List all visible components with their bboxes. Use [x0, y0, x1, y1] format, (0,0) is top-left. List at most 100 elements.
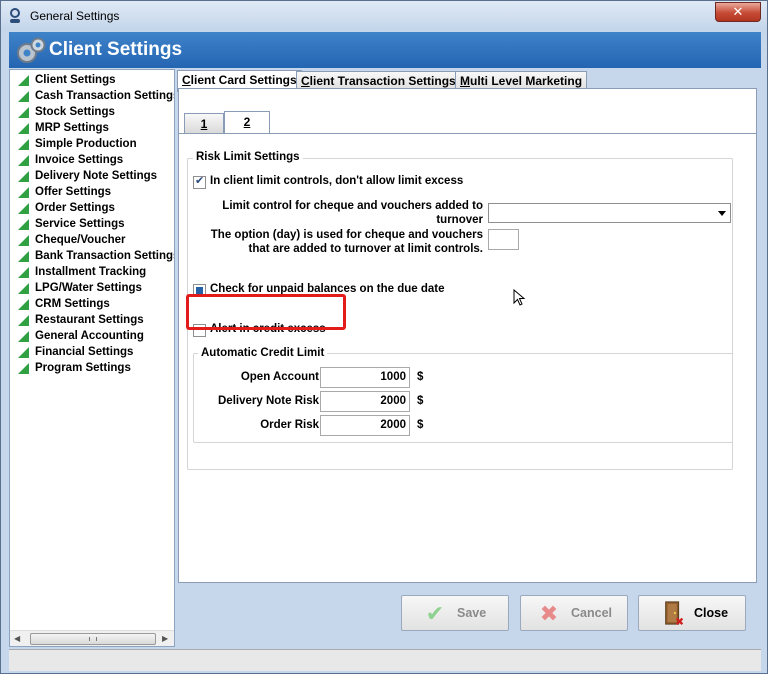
triangle-icon	[18, 75, 29, 86]
scroll-right-icon[interactable]: ▶	[162, 634, 168, 643]
sidebar-item-installment-tracking[interactable]: Installment Tracking	[10, 264, 174, 280]
alert-credit-excess-label: Alert in credit excess	[210, 323, 326, 335]
sidebar-item-label: Financial Settings	[35, 346, 134, 358]
unpaid-balance-checkbox[interactable]	[193, 284, 206, 297]
settings-content: Client Card Settings Client Transaction …	[175, 69, 761, 647]
title-bar: General Settings ✕	[1, 1, 767, 31]
sidebar-item-crm[interactable]: CRM Settings	[10, 296, 174, 312]
client-card-panel: 1 2 Risk Limit Settings In client limit …	[178, 88, 757, 583]
option-day-label-line1: The option (day) is used for cheque and …	[210, 229, 483, 241]
mouse-cursor-icon	[513, 289, 526, 306]
sidebar-item-cheque-voucher[interactable]: Cheque/Voucher	[10, 232, 174, 248]
sidebar-item-label: LPG/Water Settings	[35, 282, 142, 294]
sidebar-item-label: Client Settings	[35, 74, 116, 86]
sidebar-item-label: Offer Settings	[35, 186, 112, 198]
sidebar-item-bank-transaction[interactable]: Bank Transaction Settings	[10, 248, 174, 264]
gears-icon	[17, 37, 46, 63]
triangle-icon	[18, 347, 29, 358]
sidebar-item-lpg-water[interactable]: LPG/Water Settings	[10, 280, 174, 296]
page-title: Client Settings	[49, 39, 183, 60]
triangle-icon	[18, 315, 29, 326]
scroll-left-icon[interactable]: ◀	[14, 634, 20, 643]
scrollbar-thumb[interactable]	[30, 633, 156, 645]
door-exit-icon	[665, 601, 684, 625]
triangle-icon	[18, 171, 29, 182]
auto-credit-group-title: Automatic Credit Limit	[198, 347, 328, 359]
subtab-1[interactable]: 1	[184, 113, 224, 133]
sidebar-item-label: Cash Transaction Settings	[35, 90, 175, 102]
subtab-2-panel: Risk Limit Settings In client limit cont…	[179, 133, 756, 581]
general-settings-window: General Settings ✕ Client Settings Clien…	[0, 0, 768, 674]
sidebar-item-invoice[interactable]: Invoice Settings	[10, 152, 174, 168]
sidebar-item-restaurant[interactable]: Restaurant Settings	[10, 312, 174, 328]
triangle-icon	[18, 235, 29, 246]
sidebar-item-simple-production[interactable]: Simple Production	[10, 136, 174, 152]
triangle-icon	[18, 123, 29, 134]
cancel-button[interactable]: ✖ Cancel	[520, 595, 628, 631]
no-limit-excess-checkbox[interactable]	[193, 174, 206, 189]
page-header: Client Settings	[9, 32, 761, 68]
app-icon	[10, 8, 20, 23]
triangle-icon	[18, 139, 29, 150]
sidebar-item-label: Invoice Settings	[35, 154, 124, 166]
triangle-icon	[18, 203, 29, 214]
sidebar-item-label: General Accounting	[35, 330, 144, 342]
triangle-icon	[18, 251, 29, 262]
sidebar-item-label: Program Settings	[35, 362, 131, 374]
triangle-icon	[18, 155, 29, 166]
cancel-x-icon: ✖	[539, 601, 559, 626]
option-day-label-line2: that are added to turnover at limit cont…	[248, 243, 483, 255]
triangle-icon	[18, 299, 29, 310]
sidebar-item-order[interactable]: Order Settings	[10, 200, 174, 216]
sidebar-item-label: MRP Settings	[35, 122, 109, 134]
sidebar-item-mrp[interactable]: MRP Settings	[10, 120, 174, 136]
sidebar-item-label: Stock Settings	[35, 106, 115, 118]
order-risk-label: Order Risk	[260, 419, 319, 431]
sidebar-item-label: Cheque/Voucher	[35, 234, 126, 246]
order-risk-unit: $	[417, 419, 424, 431]
triangle-icon	[18, 363, 29, 374]
triangle-icon	[18, 91, 29, 102]
sidebar-item-financial[interactable]: Financial Settings	[10, 344, 174, 360]
open-account-label: Open Account	[240, 371, 319, 383]
chevron-down-icon	[718, 211, 726, 216]
sidebar-item-offer[interactable]: Offer Settings	[10, 184, 174, 200]
sidebar-item-client-settings[interactable]: Client Settings	[10, 72, 174, 88]
alert-credit-excess-checkbox[interactable]	[193, 324, 206, 337]
sidebar-item-stock[interactable]: Stock Settings	[10, 104, 174, 120]
sidebar-item-label: Installment Tracking	[35, 266, 147, 278]
window-close-button[interactable]: ✕	[715, 2, 761, 22]
triangle-icon	[18, 219, 29, 230]
option-day-input[interactable]	[488, 229, 519, 250]
sidebar-horizontal-scrollbar[interactable]: ◀ ▶	[10, 630, 174, 646]
window-title: General Settings	[30, 9, 120, 23]
sidebar-item-delivery-note[interactable]: Delivery Note Settings	[10, 168, 174, 184]
triangle-icon	[18, 331, 29, 342]
save-button[interactable]: ✔ Save	[401, 595, 509, 631]
open-account-unit: $	[417, 371, 424, 383]
sidebar-item-label: Simple Production	[35, 138, 137, 150]
sidebar-item-cash-transaction[interactable]: Cash Transaction Settings	[10, 88, 174, 104]
no-limit-excess-label: In client limit controls, don't allow li…	[210, 175, 464, 187]
order-risk-input[interactable]: 2000	[320, 415, 410, 436]
delivery-note-risk-input[interactable]: 2000	[320, 391, 410, 412]
sidebar-item-label: Bank Transaction Settings	[35, 250, 175, 262]
sidebar-item-label: Order Settings	[35, 202, 115, 214]
settings-sidebar: Client Settings Cash Transaction Setting…	[9, 69, 175, 647]
risk-limit-group-title: Risk Limit Settings	[193, 151, 303, 163]
limit-control-select[interactable]	[488, 203, 731, 223]
sidebar-item-general-accounting[interactable]: General Accounting	[10, 328, 174, 344]
sidebar-item-label: Restaurant Settings	[35, 314, 144, 326]
sidebar-item-program[interactable]: Program Settings	[10, 360, 174, 376]
triangle-icon	[18, 187, 29, 198]
close-button[interactable]: Close	[638, 595, 746, 631]
limit-control-label-line1: Limit control for cheque and vouchers ad…	[222, 200, 483, 212]
open-account-input[interactable]: 1000	[320, 367, 410, 388]
triangle-icon	[18, 267, 29, 278]
checkmark-icon: ✔	[425, 601, 445, 626]
delivery-note-risk-label: Delivery Note Risk	[218, 395, 319, 407]
subtab-2[interactable]: 2	[224, 111, 270, 133]
sidebar-item-service[interactable]: Service Settings	[10, 216, 174, 232]
status-bar	[9, 649, 761, 671]
limit-control-label-line2: turnover	[436, 214, 483, 226]
